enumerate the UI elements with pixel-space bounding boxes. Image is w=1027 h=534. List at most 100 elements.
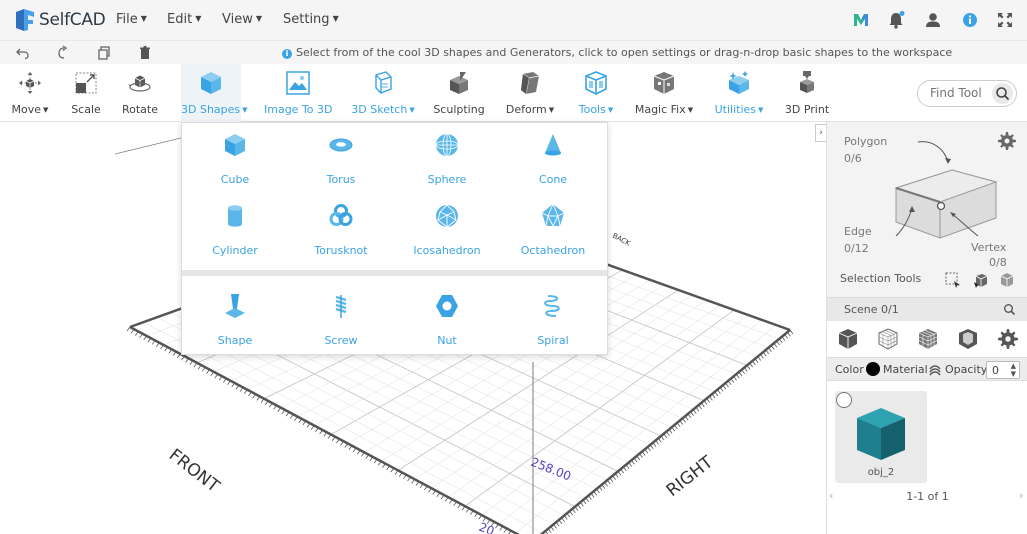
opacity-stepper[interactable]: 0 ▲ ▼ xyxy=(986,361,1020,379)
ruler-tick xyxy=(596,488,600,494)
object-select-radio[interactable] xyxy=(836,392,852,408)
polygon-label[interactable]: Polygon xyxy=(844,135,887,148)
next-page-icon[interactable]: › xyxy=(1019,489,1023,502)
object-name: obj_2 xyxy=(867,467,895,478)
m-logo-icon[interactable] xyxy=(851,10,871,30)
lasso-select-icon[interactable] xyxy=(973,272,989,288)
tool-tools[interactable]: Tools ▼ xyxy=(574,64,618,122)
info-icon[interactable] xyxy=(960,10,980,30)
wireframe-view-icon[interactable] xyxy=(877,328,899,350)
material-icon[interactable] xyxy=(928,363,942,377)
right-label: RIGHT xyxy=(663,452,718,501)
generator-screw[interactable]: Screw xyxy=(288,293,394,347)
generator-shape-label: Shape xyxy=(217,334,253,347)
ruler-tick xyxy=(644,449,649,454)
tool-3d-print[interactable]: 3D Print xyxy=(784,64,830,122)
move-icon xyxy=(19,72,41,94)
polygon-count: 0/6 xyxy=(844,152,862,165)
ruler-tick xyxy=(717,389,721,394)
tool-sculpting[interactable]: Sculpting xyxy=(433,64,485,122)
ruler-tick xyxy=(617,471,622,476)
xray-view-icon[interactable] xyxy=(957,328,979,350)
vertex-count: 0/8 xyxy=(989,256,1007,269)
ruler-tick xyxy=(623,466,627,472)
scene-bar: Scene 0/1 xyxy=(827,297,1027,321)
select-all-icon[interactable] xyxy=(999,272,1015,288)
tool-scale[interactable]: Scale xyxy=(64,64,108,122)
shape-torus[interactable]: Torus xyxy=(288,132,394,186)
octahedron-icon xyxy=(541,202,565,228)
axis-line xyxy=(114,136,186,155)
tool-3d-sketch-label: 3D Sketch xyxy=(351,103,408,116)
generator-spiral[interactable]: Spiral xyxy=(500,293,606,347)
generator-spiral-label: Spiral xyxy=(537,334,569,347)
scene-label: Scene 0/1 xyxy=(844,303,899,316)
tool-rotate[interactable]: Rotate xyxy=(117,64,163,122)
top-bar: SelfCAD File ▼ Edit ▼ View ▼ Setting ▼ xyxy=(0,0,1027,40)
menu-view[interactable]: View ▼ xyxy=(222,12,262,27)
shape-cube[interactable]: Cube xyxy=(182,132,288,186)
solid-view-icon[interactable] xyxy=(837,328,859,350)
app-logo[interactable]: SelfCAD xyxy=(14,8,106,32)
object-card[interactable]: obj_2 xyxy=(835,391,927,483)
search-icon[interactable] xyxy=(992,83,1013,104)
main-toolbar: Move ▼ Scale Rotate 3D Shapes ▼ Image To… xyxy=(0,64,1027,122)
shape-sphere[interactable]: Sphere xyxy=(394,132,500,186)
delete-icon[interactable] xyxy=(137,45,153,61)
menu-edit[interactable]: Edit ▼ xyxy=(167,12,201,27)
vertex-label[interactable]: Vertex xyxy=(971,241,1006,254)
ruler-tick xyxy=(684,415,689,421)
menu-file[interactable]: File ▼ xyxy=(116,12,147,27)
tool-3d-shapes[interactable]: 3D Shapes ▼ xyxy=(181,64,248,122)
edge-label[interactable]: Edge xyxy=(844,225,872,238)
tool-rotate-label: Rotate xyxy=(121,103,158,116)
material-label[interactable]: Material xyxy=(883,363,928,376)
scene-search-icon[interactable] xyxy=(1003,303,1016,316)
ruler-tick xyxy=(674,424,678,430)
ruler-tick xyxy=(601,484,606,489)
shape-cone[interactable]: Cone xyxy=(500,132,606,186)
shape-torusknot[interactable]: Torusknot xyxy=(288,203,394,257)
ruler-tick xyxy=(786,331,791,337)
ruler-tick xyxy=(555,521,560,527)
shape-icosahedron[interactable]: Icosahedron xyxy=(394,203,500,257)
tool-deform[interactable]: Deform ▼ xyxy=(503,64,557,122)
fullscreen-icon[interactable] xyxy=(995,10,1015,30)
generator-nut[interactable]: Nut xyxy=(394,293,500,347)
shape-cylinder[interactable]: Cylinder xyxy=(182,203,288,257)
redo-icon[interactable] xyxy=(56,45,72,61)
mesh-view-icon[interactable] xyxy=(917,328,939,350)
spiral-icon xyxy=(544,295,560,317)
shape-cylinder-label: Cylinder xyxy=(212,244,258,257)
generator-shape[interactable]: Shape xyxy=(182,293,288,347)
color-swatch[interactable] xyxy=(866,362,880,376)
bell-icon[interactable] xyxy=(886,10,906,30)
object-settings-gear-icon[interactable] xyxy=(997,328,1019,350)
ruler-tick xyxy=(687,413,692,419)
undo-icon[interactable] xyxy=(15,45,31,61)
selection-tools-label: Selection Tools xyxy=(840,272,922,285)
tool-move[interactable]: Move ▼ xyxy=(8,64,52,122)
shape-icosahedron-label: Icosahedron xyxy=(413,244,481,257)
selfcad-logo-icon xyxy=(16,9,34,31)
opacity-spin-icon[interactable]: ▲ ▼ xyxy=(1011,362,1016,378)
tool-image-to-3d[interactable]: Image To 3D xyxy=(264,64,333,122)
ruler-tick xyxy=(773,343,778,348)
find-tool-box xyxy=(917,80,1017,107)
ruler-tick xyxy=(781,336,786,341)
tool-utilities[interactable]: Utilities ▼ xyxy=(712,64,766,122)
tool-image-to-3d-label: Image To 3D xyxy=(264,103,333,116)
copy-icon[interactable] xyxy=(96,45,112,61)
find-tool-input[interactable] xyxy=(930,86,992,100)
menu-setting[interactable]: Setting ▼ xyxy=(283,12,339,27)
tool-tools-label: Tools xyxy=(578,103,606,116)
object-list: obj_2 ‹ 1-1 of 1 › xyxy=(827,381,1027,534)
tool-3d-sketch[interactable]: 3D Sketch ▼ xyxy=(351,64,415,122)
selection-cube-diagram[interactable] xyxy=(882,136,1002,246)
shape-octahedron[interactable]: Octahedron xyxy=(500,202,606,257)
user-icon[interactable] xyxy=(923,10,943,30)
tool-magic-fix[interactable]: Magic Fix ▼ xyxy=(634,64,694,122)
ruler-tick xyxy=(754,358,759,363)
box-select-icon[interactable] xyxy=(945,272,961,288)
ruler-tick xyxy=(561,517,565,522)
